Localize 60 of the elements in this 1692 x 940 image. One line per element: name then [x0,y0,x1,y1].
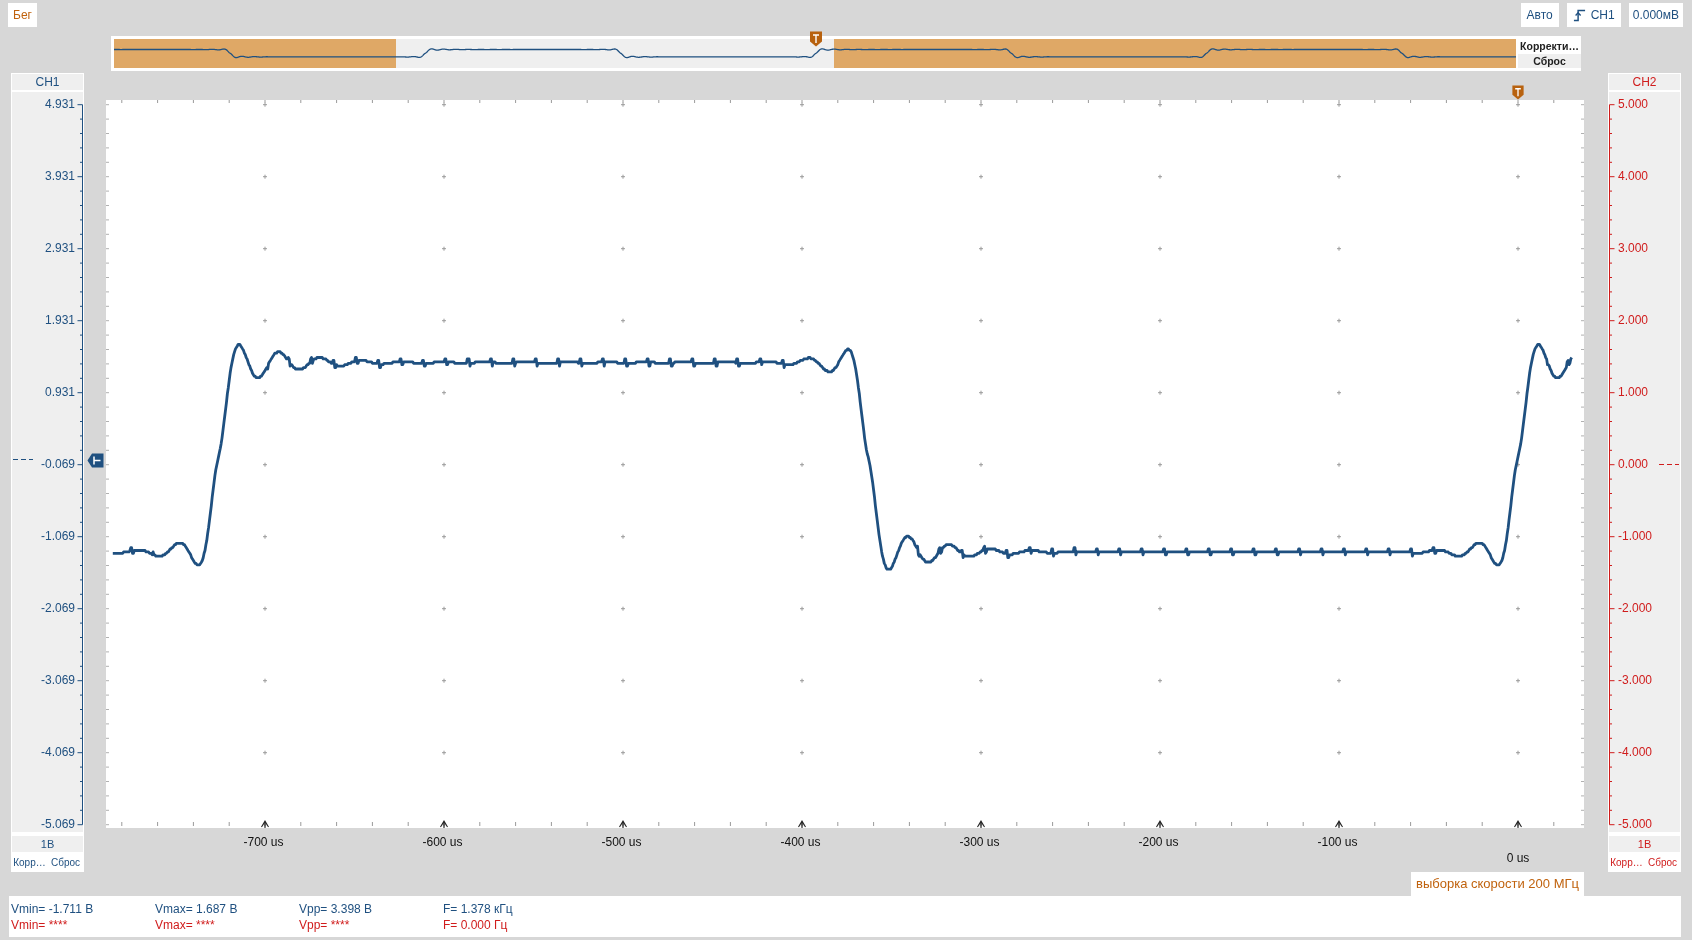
adjust-button[interactable]: Корректи… [1518,39,1581,53]
measurement-value: Vmax= 1.687 В [155,900,239,917]
voltage-tick-label: 2.931 [44,242,75,255]
time-tick-label: 0 us [1506,851,1530,865]
trigger-level-button[interactable]: 0.000мВ [1628,3,1683,27]
voltage-tick-label: -3.000 [1618,674,1653,687]
adjust-button[interactable]: Корр… [1609,855,1644,871]
volts-per-division-selector[interactable]: 1В [1609,836,1680,852]
overview-waveform[interactable] [114,39,1516,68]
channel-label: CH1 [35,75,60,89]
voltage-tick-label: 4.931 [44,98,75,111]
voltage-tick-label: 5.000 [1618,98,1649,111]
channel-label: CH2 [1632,75,1657,89]
voltage-tick-label: -4.069 [40,746,75,759]
voltage-tick-label: 2.000 [1618,314,1649,327]
volts-per-division-selector[interactable]: 1В [12,836,83,852]
trigger-mode-button[interactable]: Авто [1520,3,1559,27]
voltage-tick-label: 3.000 [1618,242,1649,255]
voltage-tick-label: 4.000 [1618,170,1649,183]
trigger-source-button[interactable]: CH1 [1566,3,1621,27]
voltage-tick-label: 1.000 [1618,386,1649,399]
measurement-value: Vmin= -1.711 В [11,900,95,917]
voltage-tick-label: -3.069 [40,674,75,687]
voltage-tick-label: 0.931 [44,386,75,399]
time-tick-label: -600 us [422,835,463,849]
measurement-value: F= 0.000 Гц [443,916,509,933]
reset-button[interactable]: Сброс [48,855,83,871]
measurement-value: Vpp= **** [299,916,351,933]
run-button[interactable]: Бег [8,3,37,27]
measurement-value: Vpp= 3.398 В [299,900,374,917]
time-tick-label: -100 us [1317,835,1358,849]
measurement-value: Vmax= **** [155,916,216,933]
voltage-tick-label: -5.069 [40,818,75,831]
voltage-tick-label: -2.000 [1618,602,1653,615]
measurement-value: Vmin= **** [11,916,69,933]
reset-button[interactable]: Сброс [1518,54,1581,68]
time-tick-label: -700 us [243,835,284,849]
trigger-marker-icon[interactable] [1511,85,1525,100]
dashed-level-icon [1659,463,1679,466]
time-tick-label: -500 us [601,835,642,849]
voltage-tick-label: 1.931 [44,314,75,327]
measurement-value: F= 1.378 кГц [443,900,514,917]
adjust-button[interactable]: Корр… [12,855,47,871]
rising-edge-icon [1572,8,1586,22]
voltage-tick-label: -4.000 [1618,746,1653,759]
reset-button[interactable]: Сброс [1645,855,1680,871]
sample-rate-label: выборка скорости 200 МГц [1411,872,1584,896]
voltage-tick-label: 3.931 [44,170,75,183]
voltage-tick-label: 0.000 [1618,458,1649,471]
dashed-level-icon [13,458,33,461]
voltage-tick-label: -1.069 [40,530,75,543]
channel-offset-marker-icon[interactable] [87,453,104,468]
time-tick-label: -400 us [780,835,821,849]
voltage-tick-label: -5.000 [1618,818,1653,831]
trigger-marker-icon[interactable] [809,31,823,47]
voltage-tick-label: -2.069 [40,602,75,615]
time-tick-label: -200 us [1138,835,1179,849]
voltage-tick-label: -1.000 [1618,530,1653,543]
voltage-tick-label: -0.069 [40,458,75,471]
time-tick-label: -300 us [959,835,1000,849]
